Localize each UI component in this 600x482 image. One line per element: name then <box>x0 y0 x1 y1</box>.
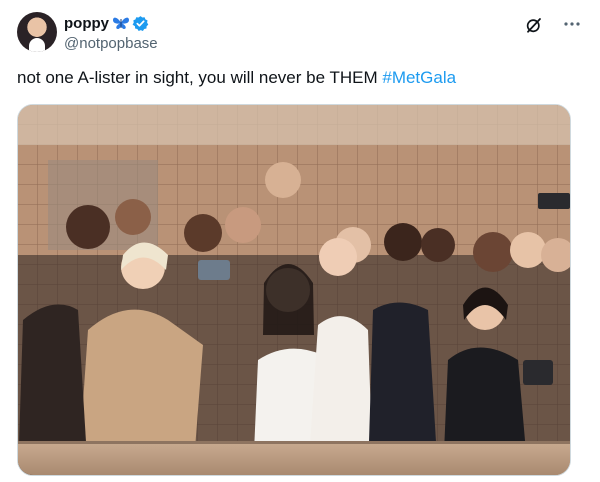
more-icon[interactable] <box>561 14 583 34</box>
user-handle[interactable]: @notpopbase <box>64 35 158 52</box>
tweet-text-body: not one A-lister in sight, you will neve… <box>17 68 383 87</box>
butterfly-icon <box>112 15 130 31</box>
tweet-card[interactable]: poppy @notpopbase not one A-lister in si… <box>0 0 600 482</box>
display-name[interactable]: poppy <box>64 15 109 32</box>
photo-illustration <box>18 105 570 475</box>
tweet-header: poppy @notpopbase <box>17 12 583 56</box>
verified-badge-icon[interactable] <box>132 15 149 32</box>
tweet-media-photo[interactable] <box>17 104 571 476</box>
name-row: poppy <box>64 13 158 33</box>
hashtag-link[interactable]: #MetGala <box>382 68 456 87</box>
tweet-text: not one A-lister in sight, you will neve… <box>17 66 583 90</box>
grok-icon[interactable] <box>525 16 543 34</box>
avatar[interactable] <box>17 12 57 52</box>
author-info: poppy @notpopbase <box>64 13 158 53</box>
